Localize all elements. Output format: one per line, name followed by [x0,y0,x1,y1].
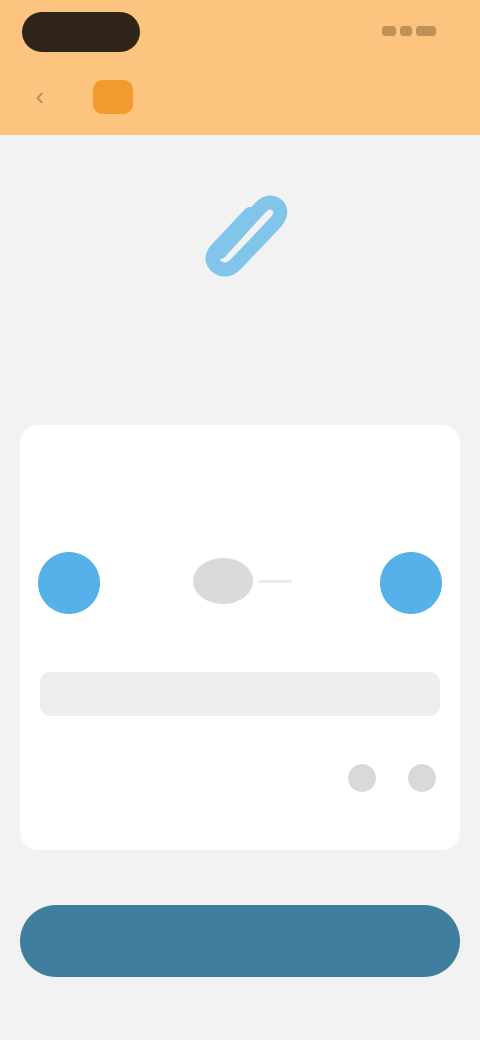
primary-action-button[interactable] [20,905,460,977]
signal-icon [382,26,396,36]
paperclip-icon [190,180,290,280]
wifi-icon [400,26,412,36]
decrease-button[interactable] [38,552,100,614]
center-indicator [193,558,253,604]
details-card [20,425,460,850]
header-bar: ‹ [0,0,480,135]
status-icons [382,24,436,38]
option-icon-left[interactable] [348,764,376,792]
section-title [20,346,120,376]
back-button[interactable]: ‹ [26,80,54,111]
option-icon-right[interactable] [408,764,436,792]
chevron-left-icon: ‹ [35,80,45,111]
detail-input[interactable] [40,672,440,716]
app-badge [93,80,133,114]
app-name [152,86,212,106]
increase-button[interactable] [380,552,442,614]
section-subtitle [22,382,112,398]
status-time [22,12,140,52]
center-divider [258,580,292,583]
battery-icon [416,26,436,36]
